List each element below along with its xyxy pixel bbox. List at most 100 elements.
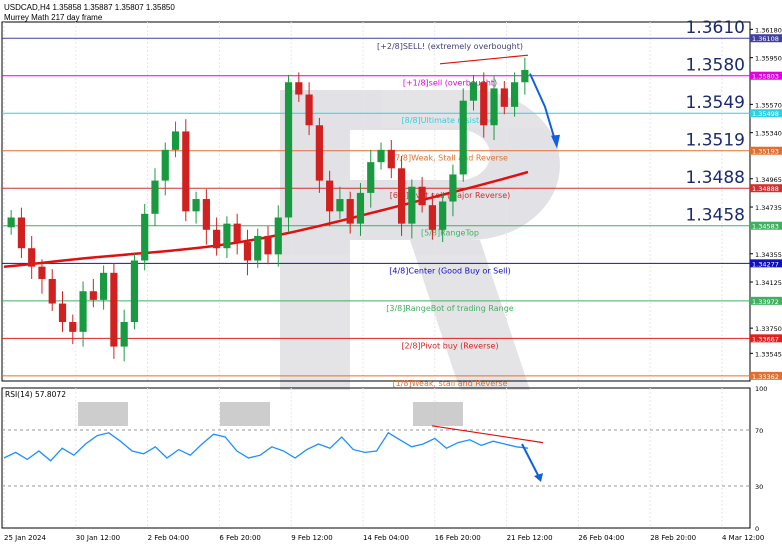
candle-body <box>397 168 406 224</box>
x-tick-label: 26 Feb 04:00 <box>578 534 624 542</box>
candle-body <box>377 149 385 163</box>
candle-body <box>120 321 128 347</box>
candle-body <box>449 174 457 202</box>
y-tick-label: 1.33545 <box>755 350 782 358</box>
murrey-level-callout: 1.3519 <box>686 131 745 151</box>
price-tag-text: 1.35193 <box>752 148 779 156</box>
rsi-tick-label: 0 <box>755 525 759 533</box>
candle-body <box>254 235 262 261</box>
candle-body <box>295 82 303 95</box>
price-tag-text: 1.33362 <box>752 373 779 381</box>
murrey-label: [7/8]Weak, Stall and Reverse <box>392 154 508 163</box>
rsi-tick-label: 100 <box>755 385 767 393</box>
candle-body <box>387 149 395 169</box>
candle-body <box>500 88 508 107</box>
y-tick-label: 1.34355 <box>755 251 782 259</box>
price-tag-text: 1.34583 <box>752 223 779 231</box>
candle-body <box>284 82 293 218</box>
candle-body <box>151 180 159 214</box>
x-tick-label: 28 Feb 20:00 <box>650 534 696 542</box>
candle-body <box>326 180 334 212</box>
candle-body <box>130 260 139 322</box>
y-tick-label: 1.34125 <box>755 279 782 287</box>
candle-body <box>439 201 447 230</box>
candle-body <box>336 199 344 212</box>
candle-body <box>274 217 282 255</box>
y-tick-label: 1.34965 <box>755 176 782 184</box>
x-tick-label: 14 Feb 04:00 <box>363 534 409 542</box>
candle-body <box>161 149 169 181</box>
candle-body <box>315 125 323 181</box>
price-chart[interactable]: 1.36108 1.3610 [+2/8]SELL! (extremely over… <box>0 0 782 547</box>
x-tick-label: 25 Jan 2024 <box>4 534 47 542</box>
price-tag-text: 1.34888 <box>752 185 779 193</box>
murrey-level-callout: 1.3488 <box>686 168 745 188</box>
rsi-tick-label: 30 <box>755 483 763 491</box>
murrey-level-callout: 1.3458 <box>686 206 745 226</box>
price-tag-text: 1.35803 <box>752 73 779 81</box>
murrey-label: [2/8]Pivot buy (Reverse) <box>401 341 498 350</box>
candle-body <box>89 291 97 300</box>
price-tag-text: 1.36108 <box>752 35 779 43</box>
candle-body <box>17 217 26 249</box>
candle-body <box>490 88 498 126</box>
candle-body <box>346 199 354 224</box>
candle-body <box>356 192 365 224</box>
rsi-forecast-arrow <box>521 443 541 480</box>
candle-body <box>79 291 87 332</box>
rsi-line <box>3 431 529 462</box>
murrey-label: [5/8]RangeTop <box>421 229 479 238</box>
trend-line <box>439 54 529 65</box>
murrey-label: [3/8]RangeBot of trading Range <box>386 304 514 313</box>
candle-body <box>418 186 426 206</box>
x-tick-label: 4 Mar 12:00 <box>722 534 764 542</box>
x-tick-label: 9 Feb 12:00 <box>291 534 332 542</box>
candle-body <box>110 272 118 347</box>
rsi-label: RSI(14) 57.8072 <box>5 390 66 399</box>
candle-body <box>182 131 190 212</box>
candle-body <box>7 217 15 228</box>
y-tick-label: 1.34735 <box>755 204 782 212</box>
candle-body <box>171 131 180 150</box>
y-tick-label: 1.33750 <box>755 325 782 333</box>
candle-body <box>243 242 252 261</box>
candle-body <box>38 266 46 279</box>
candle-body <box>367 162 375 193</box>
price-tag-text: 1.34277 <box>752 260 779 268</box>
x-tick-label: 16 Feb 20:00 <box>435 534 481 542</box>
candle-body <box>223 223 231 249</box>
candle-body <box>213 229 221 249</box>
x-tick-label: 21 Feb 12:00 <box>507 534 553 542</box>
candle-body <box>48 278 56 304</box>
candle-body <box>100 272 108 300</box>
candle-body <box>510 82 519 107</box>
x-tick-label: 30 Jan 12:00 <box>76 534 120 542</box>
candle-body <box>469 82 478 101</box>
murrey-label: [1/8]Weak, stall and Reverse <box>392 379 507 388</box>
x-tick-label: 2 Feb 04:00 <box>148 534 189 542</box>
candle-body <box>58 303 67 322</box>
murrey-level-callout: 1.3610 <box>686 18 745 38</box>
y-tick-label: 1.35340 <box>755 130 782 138</box>
overbought-zone <box>78 402 128 426</box>
overbought-zone <box>220 402 270 426</box>
y-tick-label: 1.36180 <box>755 26 782 34</box>
candle-body <box>428 205 436 230</box>
price-tag-text: 1.35498 <box>752 110 779 118</box>
candle-body <box>192 199 200 212</box>
x-tick-label: 6 Feb 20:00 <box>219 534 260 542</box>
candle-body <box>141 213 149 261</box>
rsi-tick-label: 70 <box>755 427 763 435</box>
candle-body <box>28 248 36 267</box>
murrey-level-callout: 1.3580 <box>686 56 745 76</box>
candle-body <box>305 94 313 126</box>
candle-body <box>521 69 529 83</box>
price-tag-text: 1.33667 <box>752 335 779 343</box>
candle-body <box>233 223 241 243</box>
price-tag-text: 1.33972 <box>752 298 779 306</box>
candle-body <box>69 321 77 332</box>
candle-body <box>408 186 416 224</box>
murrey-label: [+2/8]SELL! (extremely overbought) <box>377 42 523 51</box>
rsi-divergence-line <box>431 425 544 444</box>
candle-body <box>459 100 467 175</box>
